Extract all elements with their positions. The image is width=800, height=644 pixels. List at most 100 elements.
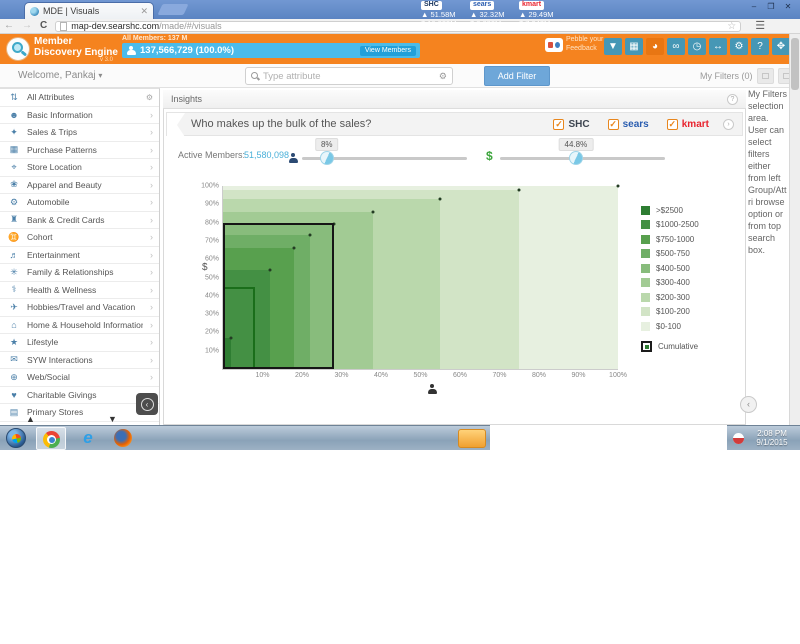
sidebar-collapse-button[interactable]: ‹ bbox=[136, 393, 158, 415]
checkbox-icon[interactable]: ✓ bbox=[553, 119, 564, 130]
funnel-chart-button[interactable]: ▼ bbox=[604, 38, 622, 55]
sidebar-item-family-relationships[interactable]: ✳Family & Relationships› bbox=[0, 264, 159, 282]
chevron-right-icon[interactable]: › bbox=[150, 337, 153, 347]
forward-button[interactable]: → bbox=[18, 21, 36, 31]
toggle-sears[interactable]: ✓sears bbox=[608, 119, 649, 130]
table-button[interactable]: ▦ bbox=[625, 38, 643, 55]
checkbox-icon[interactable]: ✓ bbox=[667, 119, 678, 130]
sidebar-item-health-wellness[interactable]: ⚕Health & Wellness› bbox=[0, 282, 159, 300]
panel-back-button[interactable]: ‹ bbox=[740, 396, 757, 413]
history-button[interactable]: ◷ bbox=[688, 38, 706, 55]
expand-button[interactable]: ✥ bbox=[772, 38, 790, 55]
sales-slider-thumb[interactable] bbox=[569, 151, 583, 165]
window-close-button[interactable]: ✕ bbox=[780, 0, 796, 13]
my-filters-label: My Filters (0) bbox=[700, 71, 753, 81]
sidebar-item-bank-credit-cards[interactable]: ♜Bank & Credit Cards› bbox=[0, 212, 159, 230]
sidebar-item-home-household-information[interactable]: ⌂Home & Household Information› bbox=[0, 317, 159, 335]
home-icon: ⌂ bbox=[8, 320, 20, 330]
sales-slider[interactable]: 44.8% bbox=[500, 157, 665, 160]
back-button[interactable]: ← bbox=[0, 21, 18, 31]
toggle-SHC[interactable]: ✓ SHC bbox=[553, 119, 589, 130]
feedback-label[interactable]: Pebble your Feedback bbox=[566, 36, 606, 53]
address-bar[interactable]: map-dev.searshc.com/made/#/visuals ☆ bbox=[55, 21, 741, 32]
chevron-right-icon[interactable]: › bbox=[150, 267, 153, 277]
new-tab-button[interactable] bbox=[157, 4, 188, 15]
window-restore-button[interactable]: ❐ bbox=[763, 0, 779, 13]
sidebar-item-apparel-and-beauty[interactable]: ❀Apparel and Beauty› bbox=[0, 177, 159, 195]
checkbox-icon[interactable]: ✓ bbox=[608, 119, 619, 130]
sidebar-item-label: Store Location bbox=[27, 162, 143, 172]
feedback-bubble-icon[interactable] bbox=[545, 38, 563, 52]
attribute-search-input[interactable]: Type attribute ⚙ bbox=[245, 67, 453, 85]
sidebar-item-store-location[interactable]: ⌖Store Location› bbox=[0, 159, 159, 177]
taskbar-clock[interactable]: 2:08 PM 9/1/2015 bbox=[744, 429, 800, 447]
refresh-button[interactable]: C bbox=[36, 21, 51, 31]
chevron-right-icon[interactable]: › bbox=[150, 250, 153, 260]
sidebar-item-hobbies-travel-and-vacation[interactable]: ✈Hobbies/Travel and Vacation› bbox=[0, 299, 159, 317]
bookmark-star-icon[interactable]: ☆ bbox=[727, 21, 736, 32]
chevron-right-icon[interactable]: › bbox=[150, 145, 153, 155]
chevron-right-icon[interactable]: › bbox=[150, 162, 153, 172]
tray-app-icon[interactable] bbox=[733, 433, 744, 444]
sidebar-scroll-down-icon[interactable]: ▼ bbox=[108, 414, 117, 424]
sidebar-item-all-attributes[interactable]: ⇅All Attributes⚙ bbox=[0, 89, 159, 107]
scrollbar-thumb[interactable] bbox=[791, 38, 799, 90]
sidebar-item-cohort[interactable]: ♊Cohort› bbox=[0, 229, 159, 247]
sidebar-item-sales-trips[interactable]: ✦Sales & Trips› bbox=[0, 124, 159, 142]
taskbar-app-button[interactable] bbox=[458, 429, 486, 448]
brand-stat-SHC: SHC▲ 51.58M$ 16,229M bbox=[421, 0, 469, 28]
binoculars-button[interactable]: ∞ bbox=[667, 38, 685, 55]
taskbar-firefox-button[interactable] bbox=[114, 429, 132, 447]
sidebar-item-automobile[interactable]: ⚙Automobile› bbox=[0, 194, 159, 212]
chevron-right-icon[interactable]: › bbox=[150, 127, 153, 137]
sidebar-item-purchase-patterns[interactable]: ▦Purchase Patterns› bbox=[0, 142, 159, 160]
browser-menu-icon[interactable]: ☰ bbox=[751, 21, 769, 32]
page-scrollbar[interactable] bbox=[789, 34, 800, 425]
chevron-right-icon[interactable]: › bbox=[150, 355, 153, 365]
chevron-right-icon[interactable]: › bbox=[150, 372, 153, 382]
panel-title: Insights bbox=[171, 94, 727, 104]
sidebar-item-entertainment[interactable]: ♬Entertainment› bbox=[0, 247, 159, 265]
settings-button[interactable]: ⚙ bbox=[730, 38, 748, 55]
toggle-kmart[interactable]: ✓kmart bbox=[667, 119, 709, 130]
chevron-right-icon[interactable]: › bbox=[150, 302, 153, 312]
panel-help-icon[interactable]: ? bbox=[727, 94, 738, 105]
chevron-right-icon[interactable]: › bbox=[150, 320, 153, 330]
legend-swatch-icon bbox=[641, 307, 650, 316]
taskbar-chrome-button[interactable] bbox=[36, 427, 66, 450]
browser-tab[interactable]: MDE | Visuals ✕ bbox=[24, 2, 154, 19]
compare-arrows-button[interactable]: ↔ bbox=[709, 38, 727, 55]
search-settings-icon[interactable]: ⚙ bbox=[439, 71, 447, 82]
chevron-right-icon[interactable]: › bbox=[150, 285, 153, 295]
chevron-right-icon[interactable]: › bbox=[150, 197, 153, 207]
sidebar-item-lifestyle[interactable]: ★Lifestyle› bbox=[0, 334, 159, 352]
chevron-right-icon[interactable]: › bbox=[150, 215, 153, 225]
sidebar-item-basic-information[interactable]: ☻Basic Information› bbox=[0, 107, 159, 125]
taskbar-ie-button[interactable]: e bbox=[78, 428, 98, 448]
add-filter-button[interactable]: Add Filter bbox=[484, 66, 550, 86]
chevron-right-icon[interactable]: › bbox=[150, 110, 153, 120]
view-members-button[interactable]: View Members bbox=[360, 46, 416, 56]
gear-icon[interactable]: ⚙ bbox=[146, 93, 153, 102]
cumulative-box[interactable] bbox=[223, 223, 334, 369]
members-slider[interactable]: 8% bbox=[302, 157, 467, 160]
save-filter-button[interactable] bbox=[757, 68, 774, 84]
pie-chart-button[interactable]: ◕ bbox=[646, 38, 664, 55]
sidebar-item-web-social[interactable]: ⊕Web/Social› bbox=[0, 369, 159, 387]
toggle-label: SHC bbox=[568, 119, 589, 130]
chevron-right-icon[interactable]: › bbox=[150, 180, 153, 190]
tab-close-icon[interactable]: ✕ bbox=[140, 6, 148, 17]
help-button[interactable]: ? bbox=[751, 38, 769, 55]
next-insight-button[interactable]: › bbox=[723, 119, 734, 130]
start-button[interactable] bbox=[6, 428, 26, 448]
cumulative-sales-chart[interactable]: 10%20%30%40%50%60%70%80%90%100%10%20%30%… bbox=[222, 186, 618, 370]
share-icon: ♥ bbox=[8, 390, 20, 400]
window-minimize-button[interactable]: – bbox=[746, 0, 762, 13]
chevron-right-icon[interactable]: › bbox=[150, 232, 153, 242]
sidebar-item-syw-interactions[interactable]: ✉SYW Interactions› bbox=[0, 352, 159, 370]
user-menu[interactable]: Welcome, Pankaj ▾ bbox=[18, 70, 102, 81]
members-slider-value: 8% bbox=[315, 138, 339, 151]
members-slider-thumb[interactable] bbox=[320, 151, 334, 165]
grid-icon: ▦ bbox=[8, 144, 20, 155]
sidebar-scroll-up-icon[interactable]: ▲ bbox=[26, 414, 35, 424]
